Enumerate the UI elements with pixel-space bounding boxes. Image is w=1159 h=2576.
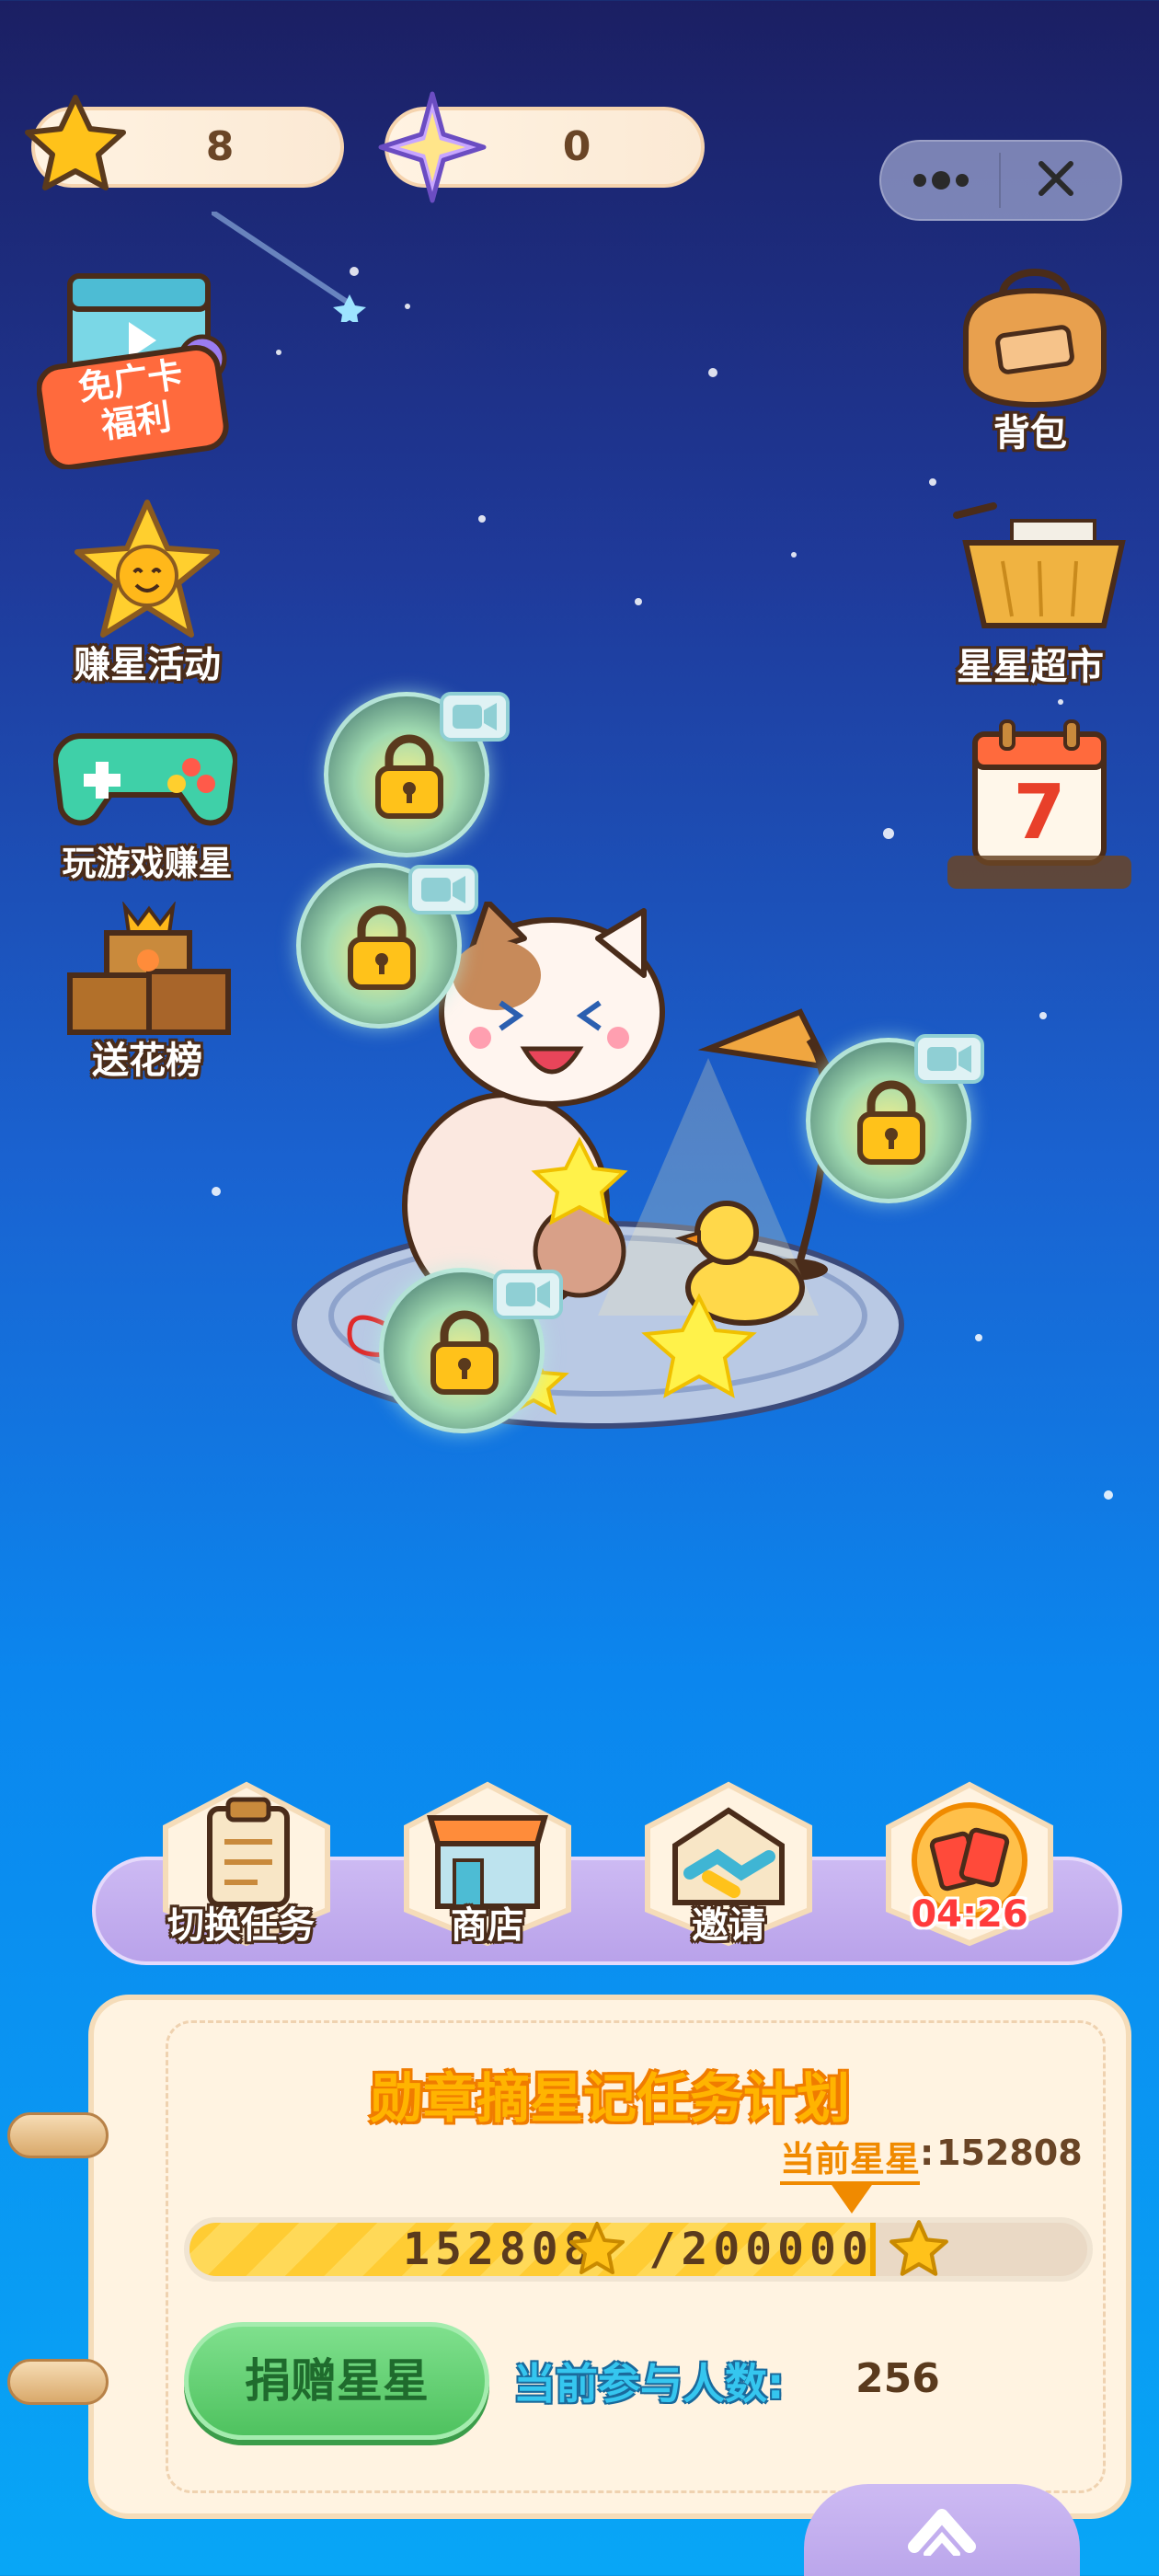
notebook-ring: [7, 2359, 109, 2405]
crystal-star-icon: [378, 91, 487, 203]
shop-button[interactable]: 商店: [397, 1781, 578, 1956]
gamepad-icon: [53, 733, 237, 826]
play-games-earn-stars-label: 玩游戏赚星: [62, 844, 233, 883]
progress-bar: 152808/200000: [184, 2217, 1093, 2282]
flower-box-icon: [67, 902, 231, 1035]
chevron-up-icon: [908, 2509, 976, 2556]
calendar-number: 7: [1013, 769, 1066, 857]
colon-separator: :: [920, 2133, 935, 2173]
backpack-icon: [963, 269, 1107, 408]
goal-star-icon: [889, 2220, 948, 2276]
shopping-cart-icon: [953, 502, 1126, 628]
padlock-icon: [430, 1310, 499, 1395]
earn-stars-activity-button[interactable]: 赚星活动: [28, 497, 267, 699]
padlock-icon: [857, 1080, 925, 1165]
close-icon[interactable]: [1028, 156, 1084, 204]
shop-label: 商店: [451, 1904, 524, 1947]
capsule-divider: [999, 153, 1001, 208]
switch-task-label: 切换任务: [167, 1904, 315, 1947]
current-stars-label: 当前星星: [780, 2131, 921, 2185]
notebook-ring: [7, 2112, 109, 2158]
backpack-button[interactable]: 背包: [920, 267, 1141, 460]
video-camera-icon: [914, 1034, 984, 1084]
video-camera-icon: [440, 692, 510, 742]
ad-free-card-button[interactable]: 免广卡 福利: [36, 258, 239, 470]
countdown-timer: 04:26: [911, 1893, 1028, 1936]
switch-task-button[interactable]: 切换任务: [156, 1781, 337, 1956]
star-supermarket-button[interactable]: 星星超市: [920, 488, 1141, 690]
gold-star-icon: [25, 95, 126, 190]
red-envelope-timer-button[interactable]: 04:26: [879, 1781, 1060, 1956]
calendar-label-bar: [947, 856, 1131, 889]
video-camera-icon: [408, 865, 478, 914]
star-supermarket-label: 星星超市: [957, 646, 1104, 688]
participants-label: 当前参与人数:: [513, 2359, 785, 2409]
invite-button[interactable]: 邀请: [638, 1781, 819, 1956]
smiling-star-icon: [75, 500, 220, 638]
padlock-icon: [348, 905, 416, 990]
progress-marker-arrow: [830, 2182, 874, 2214]
expand-up-tab[interactable]: [804, 2484, 1080, 2576]
seven-day-calendar-button[interactable]: 7: [947, 718, 1131, 902]
progress-star-icon: [569, 2222, 625, 2274]
earn-stars-activity-label: 赚星活动: [74, 644, 221, 686]
flower-ranking-button[interactable]: 送花榜: [28, 902, 267, 1086]
padlock-icon: [375, 734, 443, 819]
progress-text: 152808/200000: [403, 2224, 874, 2275]
play-games-earn-stars-button[interactable]: 玩游戏赚星: [28, 708, 267, 892]
invite-label: 邀请: [692, 1904, 765, 1947]
panel-title: 勋章摘星记任务计划: [369, 2067, 850, 2130]
participants-value: 256: [855, 2355, 940, 2402]
mini-program-capsule: [879, 140, 1122, 221]
donate-stars-button[interactable]: 捐赠星星: [184, 2322, 489, 2440]
current-stars-value: 152808: [936, 2133, 1083, 2173]
more-dots-icon[interactable]: [909, 162, 973, 199]
video-camera-icon: [493, 1270, 563, 1319]
flower-ranking-label: 送花榜: [92, 1040, 202, 1082]
backpack-label: 背包: [993, 412, 1067, 454]
